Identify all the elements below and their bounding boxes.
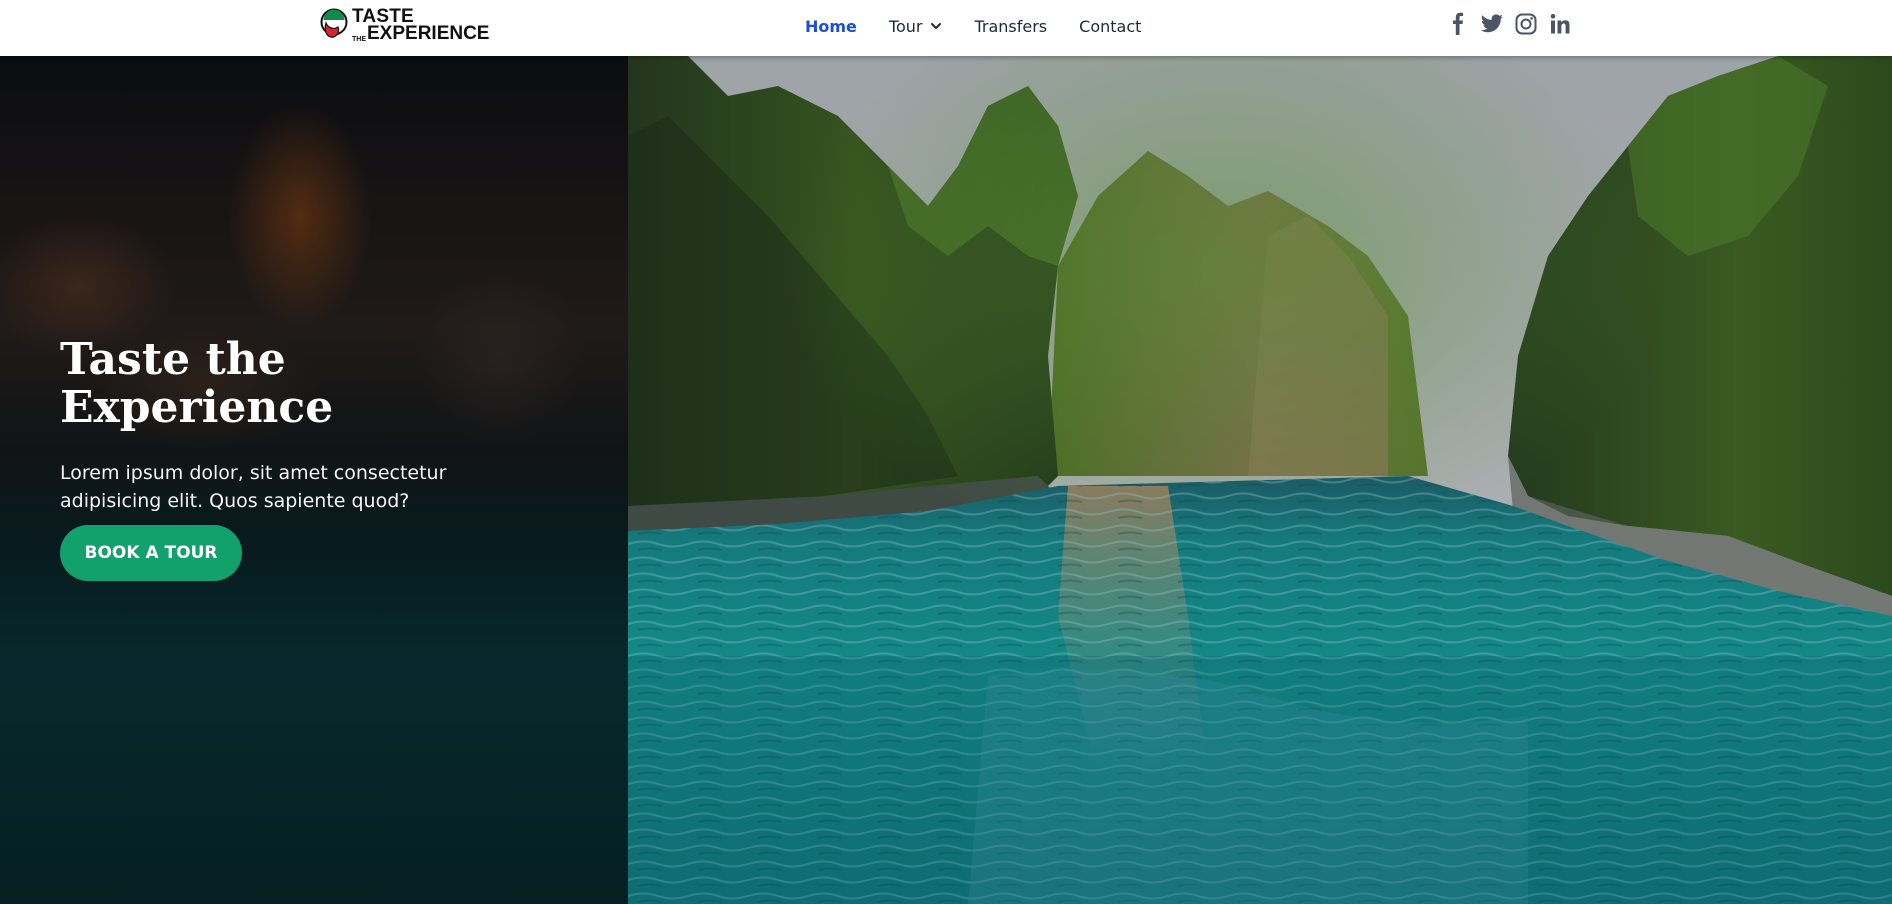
hero-image <box>628 56 1892 904</box>
twitter-icon[interactable] <box>1480 12 1504 36</box>
nav-contact[interactable]: Contact <box>1079 17 1141 36</box>
nav-tour[interactable]: Tour <box>889 17 943 36</box>
instagram-icon[interactable] <box>1514 12 1538 36</box>
site-header: TASTE THE EXPERIENCE Home Tour Transfers… <box>0 0 1892 56</box>
nav-home[interactable]: Home <box>805 17 857 36</box>
nav-home-label: Home <box>805 16 857 36</box>
social-links <box>1446 12 1582 36</box>
logo-wordmark: TASTE THE EXPERIENCE <box>352 7 490 45</box>
hero-title: Taste the Experience <box>60 336 500 432</box>
logo-line-the: THE <box>352 35 366 43</box>
nav-transfers[interactable]: Transfers <box>974 17 1047 36</box>
logo-line-experience: EXPERIENCE <box>367 23 490 45</box>
hero-subtitle: Lorem ipsum dolor, sit amet consectetur … <box>60 462 447 512</box>
linkedin-icon[interactable] <box>1548 12 1572 36</box>
chevron-down-icon <box>931 23 942 29</box>
lagoon-cliffs-image <box>628 56 1892 904</box>
nav-tour-label: Tour <box>888 16 923 36</box>
book-tour-button-label: BOOK A TOUR <box>84 543 218 563</box>
brand-logo[interactable]: TASTE THE EXPERIENCE <box>320 7 490 45</box>
nav-contact-label: Contact <box>1079 16 1142 36</box>
logo-emblem-icon <box>320 8 348 39</box>
nav-transfers-label: Transfers <box>974 16 1048 36</box>
hero-title-line2: Experience <box>60 382 334 433</box>
hero-title-line1: Taste the <box>60 334 286 385</box>
facebook-icon[interactable] <box>1446 12 1470 36</box>
book-tour-button[interactable]: BOOK A TOUR <box>60 525 242 581</box>
main-nav: Home Tour Transfers Contact <box>805 0 1173 52</box>
